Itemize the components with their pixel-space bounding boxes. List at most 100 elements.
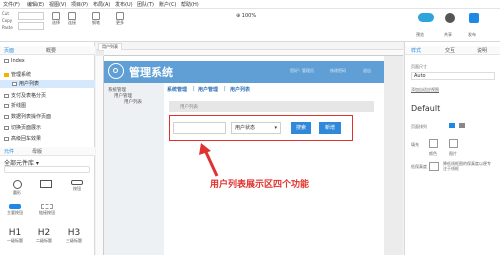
- h2-icon: H2: [37, 228, 51, 238]
- page-size-label: 页面尺寸: [411, 64, 427, 69]
- widget-circle[interactable]: 圆形: [8, 180, 26, 196]
- header-change-password[interactable]: 修改密码: [330, 68, 346, 74]
- copy-button[interactable]: Copy: [2, 18, 12, 23]
- pen-tool[interactable]: 钢笔: [90, 12, 102, 26]
- cut-button[interactable]: Cut: [2, 11, 9, 16]
- header-logout[interactable]: 退出: [363, 68, 371, 74]
- user-avatar[interactable]: [445, 13, 455, 23]
- pages-tabs: 页面 概要: [0, 46, 95, 55]
- menu-layout[interactable]: 布局(A): [93, 1, 110, 8]
- circle-icon: [12, 180, 22, 189]
- align-center-icon[interactable]: [459, 123, 465, 128]
- page-item[interactable]: 支付及表格分页: [0, 92, 95, 100]
- fill-label: 填充: [411, 142, 419, 147]
- page-icon: [4, 137, 9, 141]
- page-icon: [4, 94, 9, 98]
- paste-button[interactable]: Paste: [2, 25, 13, 30]
- right-panel: 样式 交互 说明 页面尺寸 Auto 添加自适应视图 Default 页面排列 …: [404, 42, 500, 255]
- pen-icon: [92, 12, 100, 20]
- page-icon: [4, 115, 9, 119]
- menu-help[interactable]: 帮助(H): [181, 1, 199, 8]
- page-item[interactable]: 折线图: [0, 102, 95, 110]
- annotation-arrow: [199, 143, 219, 177]
- tab-outline[interactable]: 概要: [46, 47, 56, 54]
- widget-link-button[interactable]: 链接按钮: [36, 204, 58, 216]
- zoom-control[interactable]: ⊕ 100%: [234, 13, 258, 21]
- vertical-ruler: [96, 56, 104, 255]
- menu-edit[interactable]: 编辑(E): [27, 1, 44, 8]
- style-dropdown[interactable]: [18, 12, 44, 20]
- menu-view[interactable]: 视图(V): [49, 1, 66, 8]
- gear-icon: [108, 63, 124, 79]
- more-icon: [116, 12, 124, 20]
- share-icon[interactable]: [469, 13, 479, 23]
- breadcrumb-system[interactable]: 系统管理: [167, 86, 187, 93]
- publish-label: 发布: [468, 32, 476, 37]
- style-name[interactable]: Default: [411, 104, 440, 113]
- more-tool[interactable]: 更多: [114, 12, 126, 26]
- h1-icon: H1: [8, 228, 22, 238]
- tab-interactions[interactable]: 交互: [445, 47, 455, 54]
- section-title-bar: [169, 101, 374, 112]
- low-fidelity-desc: 降低线框图的保真度以便专注于线框: [443, 161, 491, 171]
- menu-bar: 文件(F) 编辑(E) 视图(V) 项目(P) 布局(A) 发布(U) 团队(T…: [0, 0, 500, 9]
- widget-button[interactable]: 按钮: [66, 180, 88, 192]
- menu-project[interactable]: 项目(P): [71, 1, 88, 8]
- placeholder-icon: [40, 180, 52, 188]
- primary-button-icon: [9, 204, 21, 209]
- page-item[interactable]: 切换页面展示: [0, 124, 95, 132]
- menu-team[interactable]: 团队(T): [137, 1, 154, 8]
- widget-h3[interactable]: H3 三级标题: [63, 228, 85, 244]
- page-item-index[interactable]: Index: [0, 57, 95, 65]
- library-search-input[interactable]: [4, 166, 90, 173]
- tab-masters[interactable]: 母版: [32, 148, 42, 155]
- menu-account[interactable]: 账户(C): [159, 1, 176, 8]
- widget-h1[interactable]: H1 一级标题: [4, 228, 26, 244]
- left-panel: 页面 概要 Index 管理系统 用户列表 支付及表格分页 折线图 数据列表操作…: [0, 42, 95, 255]
- sidebar-item-user-list[interactable]: 用户列表: [124, 99, 142, 105]
- h3-icon: H3: [67, 228, 81, 238]
- preview-button[interactable]: [355, 14, 369, 28]
- tab-style[interactable]: 样式: [411, 47, 421, 54]
- document-tab-bar: 用户列表: [96, 42, 403, 51]
- select-tool[interactable]: 选择: [50, 12, 62, 26]
- button-icon: [71, 180, 83, 185]
- toolbar: Cut Copy Paste 选择 连接 钢笔 更多 ⊕ 100% 预览 共享 …: [0, 9, 500, 42]
- folder-icon: [4, 73, 9, 77]
- tab-widgets[interactable]: 元件: [4, 148, 14, 155]
- breadcrumb-user-list[interactable]: 用户列表: [230, 86, 250, 93]
- tab-notes[interactable]: 说明: [477, 47, 487, 54]
- page-item-folder[interactable]: 管理系统: [0, 71, 95, 79]
- fill-color-swatch[interactable]: [429, 139, 438, 148]
- annotation-text: 用户列表展示区四个功能: [210, 180, 310, 190]
- page-item[interactable]: 数据列表操作页面: [0, 113, 95, 121]
- page-item-selected[interactable]: 用户列表: [0, 80, 95, 88]
- prototype-title: 管理系统: [129, 66, 173, 79]
- page-icon: [4, 104, 9, 108]
- align-left-icon[interactable]: [449, 123, 455, 128]
- low-fidelity-icon[interactable]: [429, 162, 439, 171]
- prototype-sidebar: [104, 83, 164, 255]
- breadcrumb-users[interactable]: 用户管理: [198, 86, 218, 93]
- page-item[interactable]: 高级回车效果: [0, 135, 95, 143]
- widget-h2[interactable]: H2 二级标题: [33, 228, 55, 244]
- add-adaptive-view-link[interactable]: 添加自适应视图: [411, 87, 439, 93]
- annotation-highlight-box: [169, 115, 353, 141]
- cloud-icon[interactable]: [418, 13, 434, 22]
- fill-image-swatch[interactable]: [449, 139, 458, 148]
- tab-pages[interactable]: 页面: [4, 47, 14, 54]
- library-tabs: 元件 母版: [0, 147, 95, 156]
- header-greeting[interactable]: 您好！管理员: [290, 68, 314, 74]
- widget-placeholder[interactable]: [37, 180, 55, 190]
- preview-label: 预览: [416, 32, 424, 37]
- connect-tool[interactable]: 连接: [66, 12, 78, 26]
- link-button-icon: [41, 204, 53, 209]
- menu-publish[interactable]: 发布(U): [115, 1, 133, 8]
- widget-primary-button[interactable]: 主要按钮: [4, 204, 26, 216]
- page-size-select[interactable]: Auto: [411, 72, 495, 80]
- menu-file[interactable]: 文件(F): [3, 1, 20, 8]
- page-align-label: 页面排列: [411, 124, 427, 129]
- inspector-tabs: 样式 交互 说明: [405, 46, 500, 55]
- font-dropdown[interactable]: [18, 22, 44, 30]
- select-icon: [52, 12, 60, 20]
